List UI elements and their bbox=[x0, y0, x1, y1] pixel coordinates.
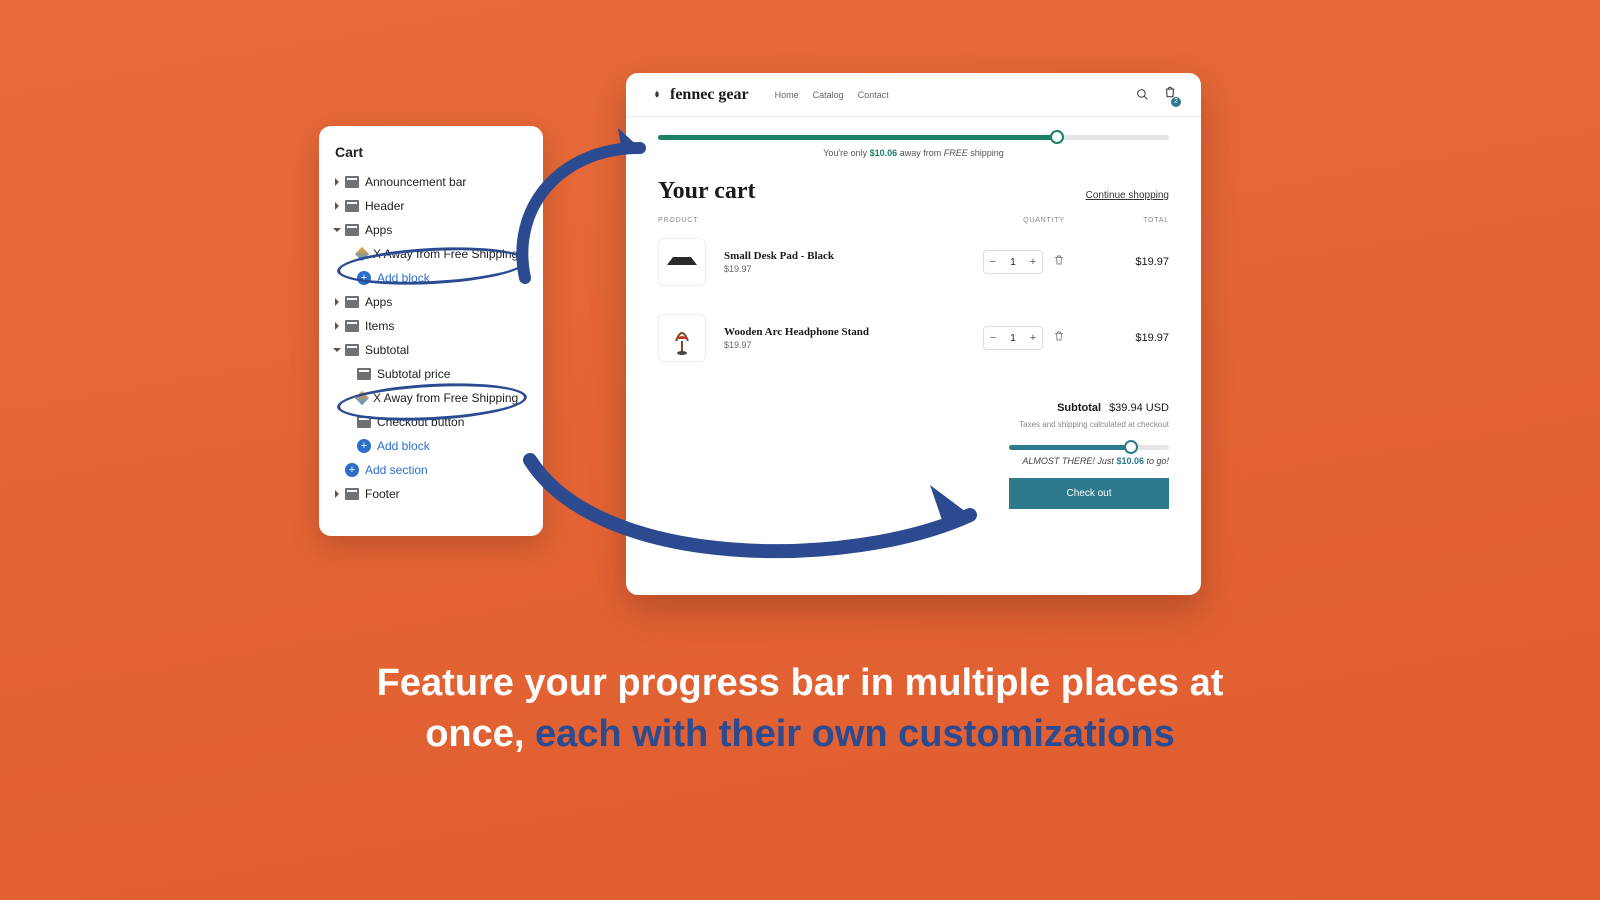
nav-link-home[interactable]: Home bbox=[775, 90, 799, 100]
product-unit-price: $19.97 bbox=[724, 264, 959, 274]
section-items[interactable]: Items bbox=[319, 314, 543, 338]
product-name[interactable]: Small Desk Pad - Black bbox=[724, 250, 959, 262]
continue-shopping-link[interactable]: Continue shopping bbox=[1086, 190, 1169, 201]
nav-link-catalog[interactable]: Catalog bbox=[813, 90, 844, 100]
search-icon[interactable] bbox=[1136, 88, 1149, 101]
progress-bar-bottom: ALMOST THERE! Just $10.06 to go! bbox=[1009, 445, 1169, 466]
quantity-stepper: −1+ bbox=[983, 250, 1043, 274]
storefront-header: fennec gear Home Catalog Contact 2 bbox=[626, 73, 1201, 117]
qty-decrease-button[interactable]: − bbox=[984, 327, 1002, 349]
marketing-caption: Feature your progress bar in multiple pl… bbox=[0, 658, 1600, 761]
qty-increase-button[interactable]: + bbox=[1024, 327, 1042, 349]
checkout-button[interactable]: Check out bbox=[1009, 478, 1169, 509]
section-apps[interactable]: Apps bbox=[319, 218, 543, 242]
add-add-block[interactable]: +Add block bbox=[319, 266, 543, 290]
remove-item-button[interactable] bbox=[1053, 253, 1065, 271]
qty-decrease-button[interactable]: − bbox=[984, 251, 1002, 273]
nav-links: Home Catalog Contact bbox=[775, 90, 889, 100]
add-add-section[interactable]: +Add section bbox=[319, 458, 543, 482]
qty-increase-button[interactable]: + bbox=[1024, 251, 1042, 273]
progress-bar-top: You're only $10.06 away from FREE shippi… bbox=[626, 117, 1201, 158]
product-thumbnail[interactable] bbox=[658, 314, 706, 362]
theme-editor-sidebar: Cart Announcement barHeaderAppsX Away fr… bbox=[319, 126, 543, 536]
quantity-stepper: −1+ bbox=[983, 326, 1043, 350]
remove-item-button[interactable] bbox=[1053, 329, 1065, 347]
product-unit-price: $19.97 bbox=[724, 340, 959, 350]
tax-note: Taxes and shipping calculated at checkou… bbox=[658, 420, 1169, 429]
qty-value: 1 bbox=[1002, 257, 1024, 268]
section-x-away-from-free-shipping[interactable]: X Away from Free Shipping bbox=[319, 386, 543, 410]
cart-badge: 2 bbox=[1171, 97, 1181, 107]
line-total: $19.97 bbox=[1109, 332, 1169, 344]
product-name[interactable]: Wooden Arc Headphone Stand bbox=[724, 326, 959, 338]
cart-icon[interactable]: 2 bbox=[1163, 85, 1177, 104]
section-checkout-button[interactable]: Checkout button bbox=[319, 410, 543, 434]
qty-value: 1 bbox=[1002, 333, 1024, 344]
section-subtotal[interactable]: Subtotal bbox=[319, 338, 543, 362]
editor-title: Cart bbox=[319, 144, 543, 170]
cart-item: Small Desk Pad - Black $19.97 −1+ $19.97 bbox=[626, 224, 1201, 300]
section-subtotal-price[interactable]: Subtotal price bbox=[319, 362, 543, 386]
section-footer[interactable]: Footer bbox=[319, 482, 543, 506]
section-announcement-bar[interactable]: Announcement bar bbox=[319, 170, 543, 194]
section-header[interactable]: Header bbox=[319, 194, 543, 218]
cart-preview-window: fennec gear Home Catalog Contact 2 You'r… bbox=[626, 73, 1201, 595]
add-add-block[interactable]: +Add block bbox=[319, 434, 543, 458]
progress-message-top: You're only $10.06 away from FREE shippi… bbox=[658, 148, 1169, 158]
section-apps[interactable]: Apps bbox=[319, 290, 543, 314]
brand-logo[interactable]: fennec gear bbox=[650, 86, 749, 104]
brand-icon bbox=[650, 88, 664, 102]
cart-column-headers: PRODUCT QUANTITY TOTAL bbox=[626, 217, 1201, 224]
nav-link-contact[interactable]: Contact bbox=[858, 90, 889, 100]
product-thumbnail[interactable] bbox=[658, 238, 706, 286]
progress-message-bottom: ALMOST THERE! Just $10.06 to go! bbox=[1009, 456, 1169, 466]
subtotal-row: Subtotal$39.94 USD bbox=[658, 402, 1169, 414]
line-total: $19.97 bbox=[1109, 256, 1169, 268]
cart-item: Wooden Arc Headphone Stand $19.97 −1+ $19.9… bbox=[626, 300, 1201, 376]
cart-heading: Your cart bbox=[658, 178, 756, 205]
section-x-away-from-free-shipping[interactable]: X Away from Free Shipping bbox=[319, 242, 543, 266]
